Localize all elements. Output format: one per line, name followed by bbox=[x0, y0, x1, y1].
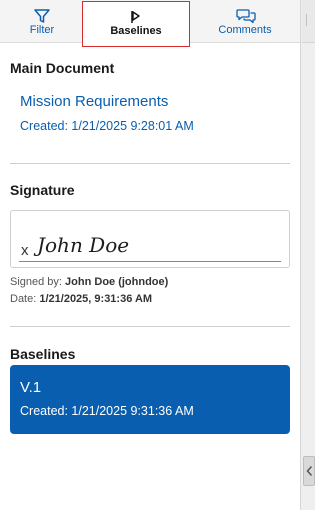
strip-header bbox=[302, 0, 315, 43]
baseline-flag-icon bbox=[127, 9, 145, 25]
main-document-link[interactable]: Mission Requirements bbox=[20, 93, 168, 110]
signed-by-line: Signed by: John Doe (johndoe) bbox=[10, 276, 168, 288]
baseline-created: Created: 1/21/2025 9:31:36 AM bbox=[20, 404, 194, 418]
signature-heading: Signature bbox=[10, 182, 75, 198]
divider bbox=[10, 326, 290, 327]
divider bbox=[10, 163, 290, 164]
tab-baselines-label: Baselines bbox=[110, 25, 162, 37]
baselines-panel: Filter Baselines Comments Main Document bbox=[0, 0, 301, 510]
signed-by-label: Signed by: bbox=[10, 276, 62, 288]
tab-baselines[interactable]: Baselines bbox=[82, 1, 190, 47]
baseline-version: V.1 bbox=[20, 379, 42, 396]
filter-icon bbox=[33, 8, 51, 24]
tab-comments[interactable]: Comments bbox=[190, 0, 300, 42]
tab-filter[interactable]: Filter bbox=[0, 0, 84, 42]
strip-divider bbox=[306, 14, 315, 26]
signature-x-mark: x bbox=[21, 242, 29, 259]
signature-box: x John Doe bbox=[10, 210, 290, 268]
chevron-left-icon bbox=[306, 466, 313, 476]
tab-filter-label: Filter bbox=[29, 24, 55, 36]
main-document-created: Created: 1/21/2025 9:28:01 AM bbox=[20, 119, 194, 133]
panel-tab-bar: Filter Baselines Comments bbox=[0, 0, 300, 47]
signature-date-value: 1/21/2025, 9:31:36 AM bbox=[39, 293, 153, 305]
baselines-heading: Baselines bbox=[10, 346, 76, 362]
collapse-panel-handle[interactable] bbox=[303, 456, 315, 486]
right-edge-strip bbox=[301, 0, 315, 510]
signed-by-value: John Doe (johndoe) bbox=[65, 276, 169, 288]
baseline-card[interactable]: V.1 Created: 1/21/2025 9:31:36 AM bbox=[10, 365, 290, 434]
tab-comments-label: Comments bbox=[218, 24, 272, 36]
signature-line bbox=[19, 261, 281, 262]
comments-icon bbox=[236, 8, 256, 24]
signature-handwriting: John Doe bbox=[37, 233, 130, 257]
signature-date-label: Date: bbox=[10, 293, 37, 305]
signature-date-line: Date: 1/21/2025, 9:31:36 AM bbox=[10, 293, 152, 305]
main-document-heading: Main Document bbox=[10, 60, 115, 76]
